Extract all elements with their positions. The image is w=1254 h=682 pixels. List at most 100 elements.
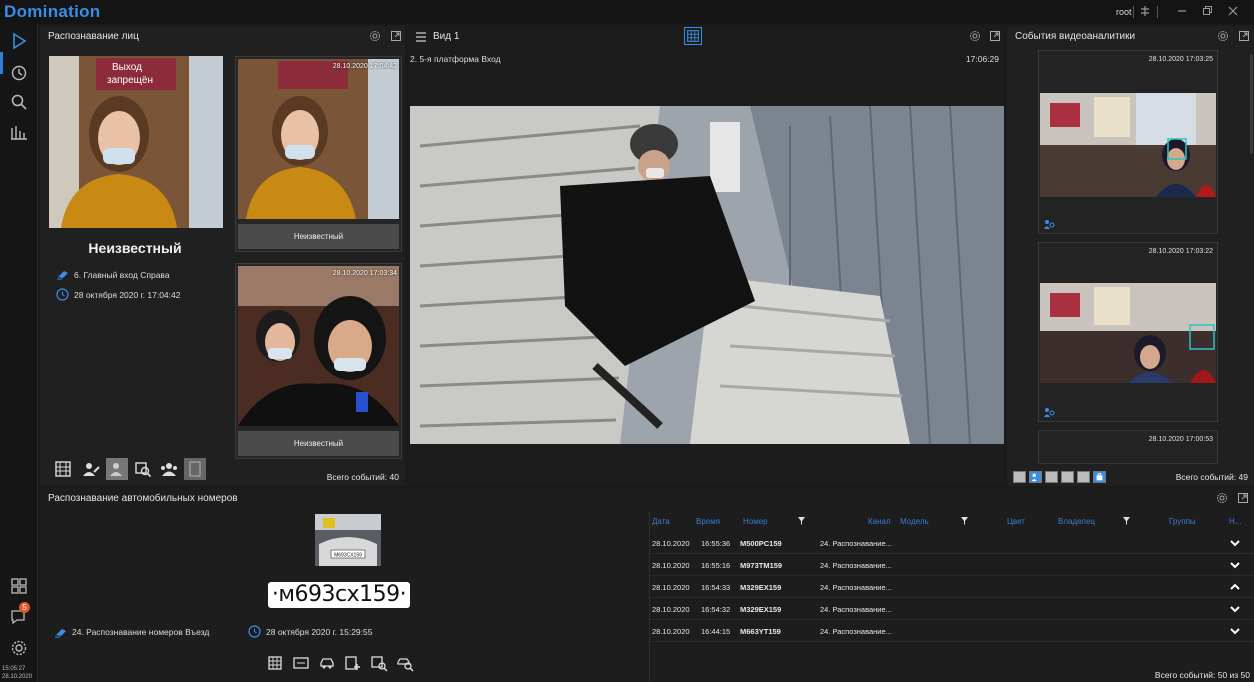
event-time: 28.10.2020 17:00:53 [1148, 436, 1213, 443]
sign-text: запрещён [107, 75, 153, 86]
video-analytics-panel: События видеоаналитики 28.10.2020 17:03:… [1007, 26, 1254, 486]
cell-channel: 24. Распознавание... [820, 539, 892, 548]
video-view-panel: Вид 1 2. 5-я платформа Вход 17:06:29 [407, 26, 1005, 486]
column-header-owner[interactable]: Владелец [1058, 517, 1095, 526]
maximize-icon[interactable] [1238, 30, 1250, 42]
analytics-event-card[interactable]: 28.10.2020 17:03:25 [1038, 50, 1218, 234]
license-plates-panel: Распознавание автомобильных номеров M693… [40, 488, 1254, 682]
event-time: 28.10.2020 17:03:34 [332, 270, 397, 277]
column-header-model[interactable]: Модель [900, 517, 929, 526]
analytics-icon[interactable] [9, 122, 29, 142]
settings-icon[interactable] [9, 638, 29, 658]
network-icon[interactable] [1138, 4, 1152, 18]
vehicle-search-icon[interactable] [396, 654, 414, 672]
column-header-color[interactable]: Цвет [1007, 517, 1025, 526]
settings-icon[interactable] [1216, 492, 1228, 504]
cell-plate: M663YT159 [740, 627, 781, 636]
chevron-down-icon[interactable] [1229, 538, 1241, 548]
chevron-down-icon[interactable] [1229, 626, 1241, 636]
clock-time: 15:05:27 [2, 666, 26, 672]
filter-icon[interactable] [798, 517, 805, 525]
chevron-up-icon[interactable] [1229, 582, 1241, 592]
events-total: Всего событий: 40 [326, 472, 399, 482]
table-row[interactable]: 28.10.2020 16:55:16 M973TM159 24. Распоз… [650, 554, 1254, 576]
camera-icon [57, 271, 68, 280]
analytics-event-card[interactable]: 28.10.2020 17:03:22 [1038, 242, 1218, 422]
events-total: Всего событий: 49 [1175, 472, 1248, 482]
cell-time: 16:54:32 [701, 605, 731, 614]
group-icon[interactable] [158, 458, 180, 480]
notification-badge: 5 [19, 602, 30, 613]
face-name: Неизвестный [88, 240, 182, 256]
face-event-card[interactable]: 28.10.2020 17:04:42 Неизвестный [235, 56, 402, 252]
settings-icon[interactable] [369, 30, 381, 42]
grid-layout-icon[interactable] [684, 27, 702, 45]
table-row[interactable]: 28.10.2020 16:54:32 M329EX159 24. Распоз… [650, 598, 1254, 620]
face-event-card[interactable]: 28.10.2020 17:03:34 Неизвестный [235, 263, 402, 459]
vehicle-plate-text: M693CX159 [334, 553, 362, 559]
column-header-date[interactable]: Дата [652, 517, 670, 526]
cell-plate: M973TM159 [740, 561, 783, 570]
filter-button[interactable] [1061, 471, 1074, 483]
restore-icon[interactable] [1200, 4, 1214, 18]
cell-channel: 24. Распознавание... [820, 561, 892, 570]
chevron-down-icon[interactable] [1229, 560, 1241, 570]
face-event-photo [238, 59, 399, 219]
film-icon[interactable] [266, 654, 284, 672]
video-frame [410, 106, 1004, 444]
maximize-icon[interactable] [390, 30, 402, 42]
analytics-event-photo [1040, 93, 1216, 197]
play-icon[interactable] [9, 31, 29, 51]
filter-button[interactable] [1013, 471, 1026, 483]
column-header-groups[interactable]: Группы [1169, 517, 1196, 526]
search-icon[interactable] [9, 92, 29, 112]
table-row[interactable]: 28.10.2020 16:54:33 M329EX159 24. Распоз… [650, 576, 1254, 598]
video-stream[interactable] [410, 106, 1004, 444]
film-icon[interactable] [52, 458, 74, 480]
person-search-icon[interactable] [106, 458, 128, 480]
column-header-channel[interactable]: Канал [868, 517, 891, 526]
filter-icon[interactable] [1123, 517, 1130, 525]
minimize-icon[interactable] [1175, 4, 1189, 18]
face-search-icon[interactable] [132, 458, 154, 480]
title-bar: Domination root [0, 0, 1254, 24]
panel-title: Распознавание автомобильных номеров [48, 493, 238, 504]
plate-search-icon[interactable] [370, 654, 388, 672]
event-time: 28.10.2020 17:03:25 [1148, 56, 1213, 63]
camera-clock: 17:06:29 [965, 54, 999, 64]
filter-button[interactable] [1077, 471, 1090, 483]
cell-channel: 24. Распознавание... [820, 627, 892, 636]
person-edit-icon[interactable] [80, 458, 102, 480]
car-icon[interactable] [318, 654, 336, 672]
maximize-icon[interactable] [989, 30, 1001, 42]
filter-button[interactable] [1045, 471, 1058, 483]
cell-date: 28.10.2020 [652, 605, 690, 614]
app-title: Domination [4, 2, 101, 21]
scrollbar[interactable] [1250, 54, 1253, 154]
face-main-photo[interactable]: Выход запрещён [49, 56, 223, 228]
column-header-plate[interactable]: Номер [743, 517, 768, 526]
filter-icon[interactable] [961, 517, 968, 525]
user-name[interactable]: root [1116, 7, 1132, 17]
maximize-icon[interactable] [1237, 492, 1249, 504]
table-row[interactable]: 28.10.2020 16:55:36 M500PC159 24. Распоз… [650, 532, 1254, 554]
person-filter-icon[interactable] [1029, 471, 1042, 483]
sign-text: Выход [112, 62, 142, 73]
close-icon[interactable] [1226, 4, 1240, 18]
chevron-down-icon[interactable] [1229, 604, 1241, 614]
column-header-time[interactable]: Время [696, 517, 720, 526]
settings-icon[interactable] [969, 30, 981, 42]
menu-icon[interactable] [415, 32, 427, 42]
plate-card-icon[interactable] [292, 654, 310, 672]
column-header-more[interactable]: Н... [1229, 517, 1241, 526]
analytics-event-card[interactable]: 28.10.2020 17:00:53 [1038, 430, 1218, 464]
table-row[interactable]: 28.10.2020 16:44:15 M663YT159 24. Распоз… [650, 620, 1254, 642]
add-plate-icon[interactable] [344, 654, 362, 672]
history-icon[interactable] [9, 63, 29, 83]
vehicle-photo[interactable]: M693CX159 [315, 514, 381, 566]
bag-icon[interactable] [1093, 471, 1106, 483]
plate-timestamp: 28 октября 2020 г. 15:29:55 [266, 627, 373, 637]
face-list-icon[interactable] [184, 458, 206, 480]
settings-icon[interactable] [1217, 30, 1229, 42]
layouts-icon[interactable] [9, 576, 29, 596]
